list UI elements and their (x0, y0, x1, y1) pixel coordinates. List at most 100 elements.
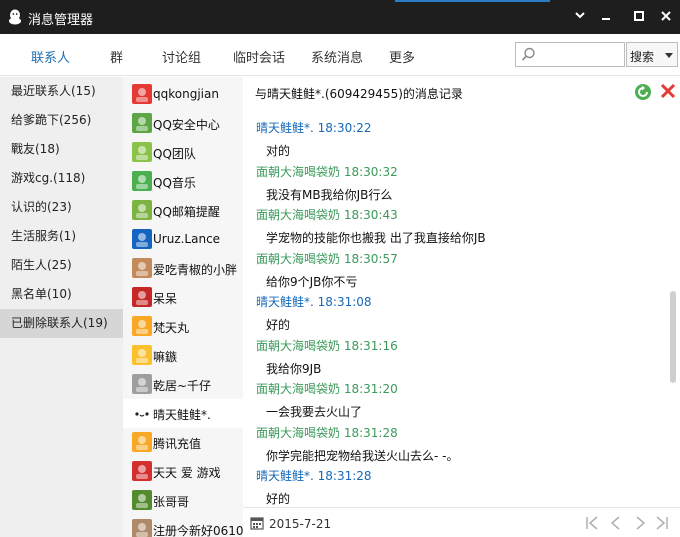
contact-avatar (132, 287, 152, 307)
contact-item[interactable]: 梵天丸 (123, 312, 243, 341)
search-button-label: 搜索 (630, 50, 655, 64)
contact-avatar (132, 229, 152, 249)
message-sender-time: 面朝大海喝袋奶 18:30:57 (256, 251, 398, 266)
contact-avatar (132, 432, 152, 452)
contact-name: QQ邮箱提醒 (153, 205, 220, 219)
message-text: 我没有MB我给你JB行么 (266, 187, 393, 202)
menu-dropdown-icon[interactable] (571, 8, 589, 26)
message-sender-time: 晴天鲑鲑*. 18:31:08 (256, 295, 372, 309)
scrollbar-thumb[interactable] (670, 291, 676, 383)
maximize-button[interactable] (630, 8, 648, 26)
contact-item[interactable]: 天天 爱 游戏 (123, 457, 243, 486)
title-accent-line (395, 0, 550, 2)
contact-avatar (132, 171, 152, 191)
contact-name: 爱吃青椒的小胖 (153, 263, 238, 277)
title-bar: 消息管理器 (0, 0, 680, 34)
tab-contacts[interactable]: 联系人 (31, 47, 70, 66)
contact-item[interactable]: 爱吃青椒的小胖 (123, 254, 243, 283)
tab-bar: 联系人 群 讨论组 临时会话 系统消息 更多 搜索 (0, 34, 680, 76)
search-input[interactable] (540, 45, 622, 64)
contact-item[interactable]: Uruz.Lance (123, 225, 243, 254)
category-strangers[interactable]: 陌生人(25) (0, 251, 123, 280)
category-comrades[interactable]: 戰友(18) (0, 135, 123, 164)
contact-avatar (132, 490, 152, 510)
message-text: 给你9个JB你不亏 (266, 274, 358, 289)
message-text: 一会我要去火山了 (266, 405, 363, 419)
category-life-services[interactable]: 生活服务(1) (0, 222, 123, 251)
contact-avatar (132, 142, 152, 162)
contact-avatar (132, 84, 152, 104)
category-deleted-contacts[interactable]: 已删除联系人(19) (0, 309, 123, 338)
search-box (515, 42, 625, 67)
category-group-1[interactable]: 给爹跪下(256) (0, 106, 123, 135)
contact-name: 晴天鲑鲑*. (153, 408, 211, 422)
contact-avatar (132, 113, 152, 133)
message-sender-time: 面朝大海喝袋奶 18:31:16 (256, 338, 398, 353)
category-game[interactable]: 游戏cg.(118) (0, 164, 123, 193)
contact-avatar (132, 403, 152, 423)
tab-system-messages[interactable]: 系统消息 (311, 47, 363, 66)
bottom-bar: 2015-7-21 (243, 507, 680, 537)
contact-avatar (132, 345, 152, 365)
message-text: 我给你9JB (266, 361, 322, 376)
conversation-title: 与晴天鲑鲑*.(609429455)的消息记录 (255, 87, 463, 101)
category-blacklist[interactable]: 黑名单(10) (0, 280, 123, 309)
contact-name: Uruz.Lance (153, 232, 221, 246)
message-sender-time: 面朝大海喝袋奶 18:31:28 (256, 425, 398, 440)
message-history-pane: 与晴天鲑鲑*.(609429455)的消息记录 晴天鲑鲑*. 18:30:22 对… (243, 77, 680, 507)
date-label: 2015-7-21 (269, 517, 332, 531)
refresh-icon[interactable] (634, 83, 652, 104)
minimize-button[interactable] (597, 8, 615, 26)
search-dropdown-icon[interactable] (665, 53, 673, 58)
contact-item[interactable]: QQ安全中心 (123, 109, 243, 138)
contact-item[interactable]: 乾居~千仔 (123, 370, 243, 399)
contact-name: 天天 爱 游戏 (153, 466, 221, 480)
category-recent[interactable]: 最近联系人(15) (0, 77, 123, 106)
message-sender-time: 面朝大海喝袋奶 18:30:43 (256, 208, 398, 222)
calendar-icon[interactable] (250, 516, 264, 533)
contact-avatar (132, 461, 152, 481)
contact-avatar (132, 519, 152, 537)
contact-name: 呆呆 (153, 292, 178, 306)
contact-item[interactable]: 注册今新好0610 (123, 515, 243, 537)
contact-name: 梵天丸 (153, 321, 190, 335)
tab-temp-sessions[interactable]: 临时会话 (233, 47, 285, 66)
search-button[interactable]: 搜索 (626, 42, 678, 67)
qq-penguin-icon (8, 9, 22, 25)
contact-item[interactable]: QQ团队 (123, 138, 243, 167)
message-sender-time: 面朝大海喝袋奶 18:31:20 (256, 382, 398, 396)
contact-item[interactable]: QQ邮箱提醒 (123, 196, 243, 225)
contact-item[interactable]: 张哥哥 (123, 486, 243, 515)
contact-name: QQ音乐 (153, 176, 196, 190)
close-button[interactable] (657, 8, 675, 26)
contact-item[interactable]: qqkongjian (123, 80, 243, 109)
message-sender-time: 晴天鲑鲑*. 18:30:22 (256, 121, 372, 135)
message-sender-time: 晴天鲑鲑*. 18:31:28 (256, 469, 372, 483)
window-title: 消息管理器 (28, 13, 94, 28)
contact-avatar (132, 374, 152, 394)
category-acquaintances[interactable]: 认识的(23) (0, 193, 123, 222)
contact-item[interactable]: 晴天鲑鲑*. (123, 399, 243, 428)
contact-item[interactable]: 呆呆 (123, 283, 243, 312)
contact-list: qqkongjian QQ安全中心 QQ团队 QQ音乐 QQ邮箱提醒 Uruz.Lance… (123, 77, 243, 537)
contact-name: QQ安全中心 (153, 118, 220, 132)
delete-icon[interactable] (660, 83, 676, 102)
message-sender-time: 面朝大海喝袋奶 18:30:32 (256, 164, 398, 179)
message-text: 对的 (266, 144, 291, 158)
contact-item[interactable]: 腾讯充值 (123, 428, 243, 457)
contact-avatar (132, 200, 152, 220)
contact-avatar (132, 258, 152, 278)
next-page-icon[interactable] (633, 516, 647, 533)
tab-discussion-groups[interactable]: 讨论组 (162, 47, 201, 66)
contact-name: QQ团队 (153, 147, 196, 161)
first-page-icon[interactable] (585, 516, 599, 533)
message-text: 你学完能把宠物给我送火山去么- -。 (266, 448, 459, 463)
tab-groups[interactable]: 群 (110, 47, 123, 66)
contact-name: 注册今新好0610 (153, 524, 243, 537)
last-page-icon[interactable] (655, 516, 669, 533)
tab-more[interactable]: 更多 (389, 47, 415, 66)
contact-name: 乾居~千仔 (153, 379, 212, 393)
contact-item[interactable]: 嘛鏃 (123, 341, 243, 370)
previous-page-icon[interactable] (609, 516, 623, 533)
contact-item[interactable]: QQ音乐 (123, 167, 243, 196)
